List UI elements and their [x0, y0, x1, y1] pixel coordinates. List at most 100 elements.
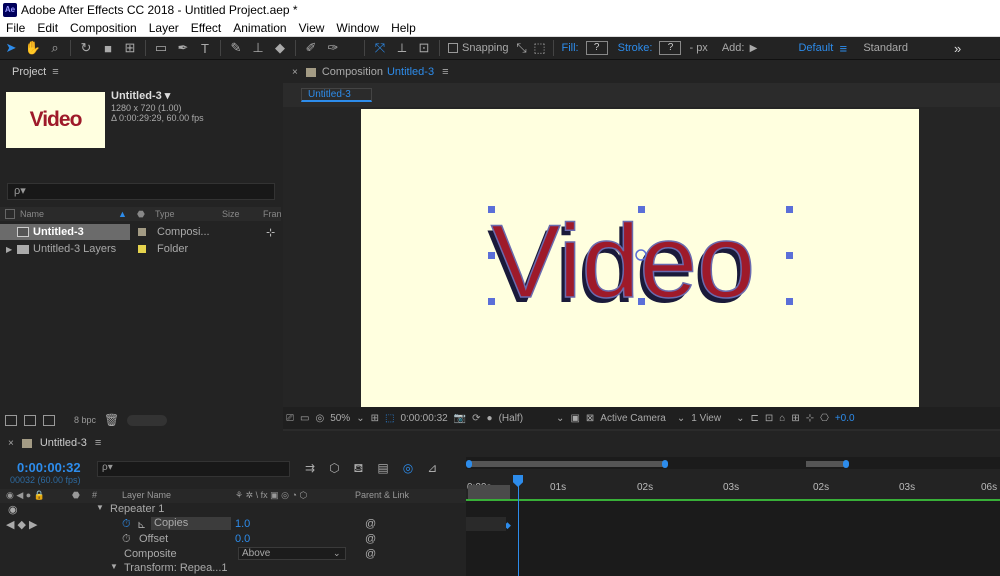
show-snapshot-icon[interactable]: ⟳ — [472, 413, 480, 424]
flowchart-icon[interactable]: ⊹ — [266, 226, 275, 239]
interpret-footage-icon[interactable] — [5, 414, 17, 426]
new-comp-icon[interactable] — [43, 414, 55, 426]
camera-chevron-icon[interactable]: ⌄ — [677, 413, 685, 424]
clone-stamp-tool-icon[interactable]: ⊥ — [247, 39, 269, 57]
flowchart-icon[interactable]: ⊹ — [806, 413, 814, 424]
handle-top-center[interactable] — [638, 206, 645, 213]
menu-view[interactable]: View — [293, 21, 331, 35]
handle-top-right[interactable] — [786, 206, 793, 213]
composite-select[interactable]: Above — [238, 547, 346, 560]
pick-whip-icon[interactable]: @ — [365, 548, 376, 560]
trash-icon[interactable]: 🗑 — [104, 413, 119, 427]
graph-icon[interactable]: ⊾ — [137, 518, 146, 531]
snapping-checkbox[interactable] — [448, 43, 458, 54]
menu-composition[interactable]: Composition — [64, 21, 143, 35]
col-parent[interactable]: Parent & Link — [355, 490, 409, 500]
reset-exposure-icon[interactable]: ⊡ — [765, 413, 773, 424]
hand-tool-icon[interactable]: ✋ — [22, 39, 44, 57]
col-type[interactable]: Type — [155, 209, 175, 219]
workspace-menu-icon[interactable]: ≡ — [837, 39, 849, 57]
menu-effect[interactable]: Effect — [185, 21, 227, 35]
pick-whip-icon[interactable]: @ — [365, 518, 376, 530]
timeline-row-repeater[interactable]: ◉ ▼ Repeater 1 — [0, 502, 466, 517]
menu-animation[interactable]: Animation — [227, 21, 292, 35]
close-timeline-icon[interactable]: × — [8, 438, 14, 449]
view-axis-icon[interactable]: ⊡ — [413, 39, 435, 57]
project-item-comp[interactable]: Untitled-3 Composi... ⊹ — [0, 224, 281, 240]
current-time-indicator[interactable] — [518, 475, 519, 576]
layer-bar[interactable] — [468, 485, 510, 499]
draft-3d-icon[interactable]: ⬡ — [329, 461, 339, 477]
stroke-width[interactable]: - px — [689, 42, 707, 54]
handle-mid-right[interactable] — [786, 252, 793, 259]
toggle-pixel-icon[interactable]: ⊏ — [750, 413, 758, 424]
menu-edit[interactable]: Edit — [31, 21, 64, 35]
frame-blend-icon[interactable]: ▤ — [377, 461, 388, 477]
camera-select[interactable]: Active Camera — [600, 413, 666, 424]
world-axis-icon[interactable]: ⟂ — [391, 39, 413, 57]
zoom-chevron-icon[interactable]: ⌄ — [356, 413, 364, 424]
time-ruler[interactable]: 0:00s 01s 02s 03s 02s 03s 06s — [466, 469, 1000, 499]
comp-viewer-tab[interactable]: Untitled-3 — [301, 88, 372, 102]
work-area-start-handle[interactable] — [466, 460, 472, 468]
views-select[interactable]: 1 View — [691, 413, 721, 424]
pen-tool-icon[interactable]: ✒ — [172, 39, 194, 57]
label-col-icon[interactable] — [5, 209, 15, 219]
shy-icon[interactable]: ⛾ — [354, 461, 364, 477]
workspace-standard[interactable]: Standard — [863, 42, 908, 54]
camera-tool-icon[interactable]: ■ — [97, 39, 119, 57]
workspace-default[interactable]: Default — [798, 42, 833, 54]
eye-icon[interactable]: ◉ — [8, 503, 18, 516]
col-name[interactable]: Name — [20, 209, 44, 219]
work-area-bar[interactable] — [466, 461, 666, 467]
composite-chevron-icon[interactable]: ⌄ — [333, 548, 341, 559]
add-menu-icon[interactable]: ▶ — [748, 39, 758, 57]
roto-brush-tool-icon[interactable]: ✐ — [300, 39, 322, 57]
menu-file[interactable]: File — [0, 21, 31, 35]
close-panel-icon[interactable]: × — [292, 67, 298, 78]
pan-behind-tool-icon[interactable]: ⊞ — [119, 39, 141, 57]
pick-whip-icon[interactable]: @ — [365, 533, 376, 545]
puppet-pin-tool-icon[interactable]: ✑ — [322, 39, 344, 57]
type-tool-icon[interactable]: T — [194, 39, 216, 57]
transparency-grid-icon[interactable]: ⊠ — [586, 413, 594, 424]
timeline-icon[interactable]: ⊞ — [791, 413, 799, 424]
timeline-menu-icon[interactable]: ≡ — [95, 437, 101, 449]
always-preview-icon[interactable]: ⎚ — [286, 413, 294, 424]
keyframe-nav-icon[interactable]: ◀ ◆ ▶ — [6, 518, 38, 531]
zoom-range-handle[interactable] — [843, 460, 849, 468]
snapping-toggle[interactable]: Snapping — [448, 42, 509, 54]
grid-icon[interactable]: ⊞ — [371, 413, 379, 424]
handle-mid-left[interactable] — [488, 252, 495, 259]
menu-window[interactable]: Window — [330, 21, 385, 35]
exposure-value[interactable]: +0.0 — [835, 413, 855, 424]
handle-bottom-right[interactable] — [786, 298, 793, 305]
comp-flowchart-icon[interactable]: ⇉ — [305, 461, 315, 477]
stopwatch-icon[interactable]: ⏱ — [122, 518, 131, 531]
project-search-input[interactable]: ρ▾ — [7, 183, 275, 200]
views-chevron-icon[interactable]: ⌄ — [736, 413, 744, 424]
timeline-row-composite[interactable]: Composite Above ⌄ @ — [0, 547, 466, 562]
resolution-select[interactable]: (Half) — [499, 413, 523, 424]
timeline-tracks[interactable]: 0:00s 01s 02s 03s 02s 03s 06s ◆ ◆ — [466, 457, 1000, 576]
composition-canvas[interactable]: Video Video — [361, 109, 919, 407]
zoom-tool-icon[interactable]: ⌕ — [44, 39, 66, 57]
menu-layer[interactable]: Layer — [143, 21, 185, 35]
sort-ascending-icon[interactable]: ▲ — [118, 209, 127, 219]
rotation-tool-icon[interactable]: ↻ — [75, 39, 97, 57]
roi-icon[interactable]: ▣ — [570, 413, 579, 424]
handle-top-left[interactable] — [488, 206, 495, 213]
comp-info-name[interactable]: Untitled-3 ▾ — [111, 91, 204, 102]
property-value[interactable]: 1.0 — [235, 518, 250, 530]
timeline-row-offset[interactable]: ⏱ Offset 0.0 @ — [0, 532, 466, 547]
resolution-chevron-icon[interactable]: ⌄ — [556, 413, 564, 424]
timeline-search-input[interactable]: ρ▾ — [97, 461, 290, 477]
channel-icon[interactable]: ● — [487, 413, 493, 424]
label-swatch[interactable] — [138, 245, 146, 253]
handle-bottom-left[interactable] — [488, 298, 495, 305]
comp-panel-name[interactable]: Untitled-3 — [387, 66, 434, 78]
stroke-swatch[interactable]: ? — [659, 41, 682, 55]
stopwatch-icon[interactable]: ⏱ — [122, 533, 131, 546]
work-area-end-handle[interactable] — [662, 460, 668, 468]
fast-previews-icon[interactable]: ⌂ — [779, 413, 785, 424]
